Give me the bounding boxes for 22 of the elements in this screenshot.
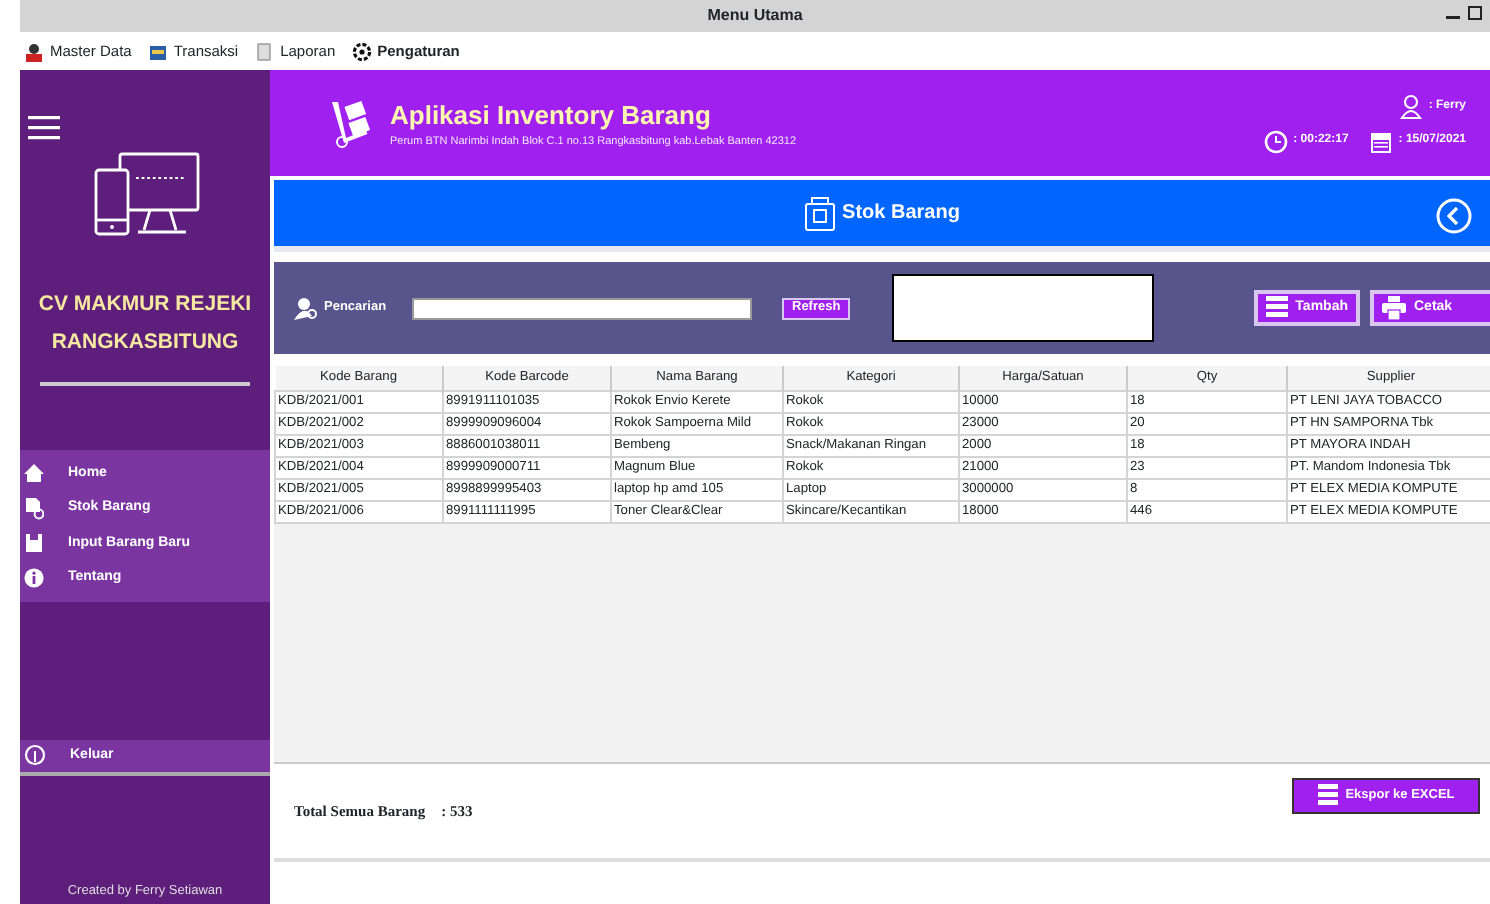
list-icon	[1265, 296, 1288, 320]
search-field[interactable]	[412, 297, 752, 319]
window-title: Menu Utama	[707, 4, 803, 28]
hand-truck-icon	[330, 99, 374, 147]
company-name: CV MAKMUR REJEKI RANGKASBITUNG	[36, 290, 254, 358]
document-clock-icon	[24, 497, 44, 520]
app-title: Aplikasi Inventory Barang	[390, 97, 713, 134]
document-icon	[254, 41, 275, 61]
clock-icon	[1263, 129, 1288, 153]
page-title: Stok Barang	[842, 200, 960, 228]
list-icon	[1317, 783, 1338, 807]
settings-icon	[351, 41, 372, 61]
home-icon	[24, 462, 44, 485]
cash-register-icon	[147, 41, 168, 61]
calendar-icon	[1370, 129, 1393, 153]
maximize-icon[interactable]	[1468, 6, 1482, 20]
power-icon	[24, 744, 46, 767]
back-icon[interactable]	[1436, 198, 1472, 234]
user-search-icon	[294, 296, 318, 320]
menu-icon[interactable]	[28, 115, 60, 140]
user-icon	[1400, 93, 1423, 119]
person-icon	[24, 41, 44, 61]
